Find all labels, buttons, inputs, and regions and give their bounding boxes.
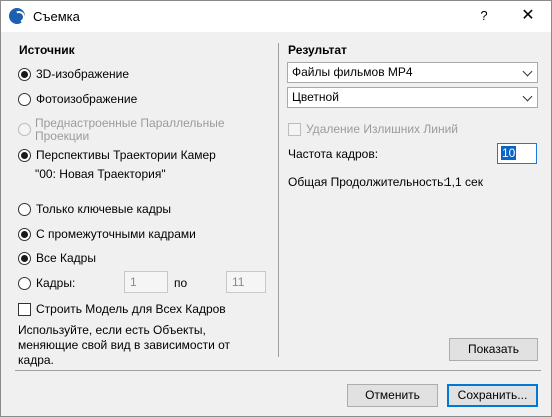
build-model-label: Строить Модель для Всех Кадров bbox=[36, 302, 226, 316]
build-model-hint: Используйте, если есть Объекты, меняющие… bbox=[18, 323, 231, 367]
radio-button[interactable] bbox=[18, 148, 31, 162]
help-button[interactable]: ? bbox=[461, 1, 507, 32]
frame-to-input[interactable]: 11 bbox=[226, 271, 266, 293]
framerate-input[interactable]: 10 bbox=[497, 143, 537, 164]
radio-key-frames-only[interactable]: Только ключевые кадры bbox=[18, 201, 171, 217]
radio-frame-range[interactable]: Кадры: bbox=[18, 275, 75, 291]
cancel-button[interactable]: Отменить bbox=[347, 384, 438, 407]
radio-parallel-projections-label: Преднастроенные Параллельные Проекции bbox=[35, 116, 225, 143]
build-model-checkbox-row[interactable]: Строить Модель для Всех Кадров bbox=[18, 301, 226, 317]
radio-button[interactable] bbox=[18, 92, 31, 106]
format-select-value: Файлы фильмов MP4 bbox=[292, 65, 413, 79]
path-name: "00: Новая Траектория" bbox=[35, 167, 166, 181]
close-button[interactable]: ✕ bbox=[505, 1, 551, 32]
frame-to-label: по bbox=[174, 276, 188, 290]
radio-3d-image-label: 3D-изображение bbox=[36, 67, 130, 81]
radio-button[interactable] bbox=[18, 276, 31, 290]
remove-lines-checkbox bbox=[288, 122, 301, 136]
framerate-label: Частота кадров: bbox=[288, 147, 379, 161]
radio-all-frames-label: Все Кадры bbox=[36, 251, 96, 265]
archicad-logo-icon bbox=[9, 8, 25, 24]
result-section-title: Результат bbox=[288, 43, 347, 57]
window-title: Съемка bbox=[33, 9, 80, 24]
movie-dialog: Съемка ? ✕ Источник 3D-изображение Фотои… bbox=[0, 0, 552, 417]
format-select[interactable]: Файлы фильмов MP4 bbox=[287, 62, 538, 83]
radio-intermediate-frames-label: С промежуточными кадрами bbox=[36, 227, 196, 241]
radio-parallel-projections bbox=[18, 121, 31, 137]
radio-button[interactable] bbox=[18, 227, 31, 241]
build-model-checkbox[interactable] bbox=[18, 302, 31, 316]
radio-perspective-path[interactable]: Перспективы Траектории Камер bbox=[18, 147, 216, 163]
radio-button bbox=[18, 122, 31, 136]
chevron-down-icon bbox=[522, 91, 533, 102]
horizontal-divider bbox=[15, 370, 541, 371]
vertical-divider bbox=[278, 43, 279, 357]
remove-lines-checkbox-row: Удаление Излишних Линий bbox=[288, 121, 458, 137]
save-button[interactable]: Сохранить... bbox=[447, 384, 538, 407]
chevron-down-icon bbox=[522, 66, 533, 77]
radio-frame-range-label: Кадры: bbox=[36, 276, 76, 290]
radio-photo[interactable]: Фотоизображение bbox=[18, 91, 137, 107]
show-button[interactable]: Показать bbox=[449, 338, 538, 361]
radio-all-frames[interactable]: Все Кадры bbox=[18, 250, 96, 266]
color-select-value: Цветной bbox=[292, 90, 339, 104]
radio-intermediate-frames[interactable]: С промежуточными кадрами bbox=[18, 226, 196, 242]
color-select[interactable]: Цветной bbox=[287, 87, 538, 108]
duration-value: 1,1 сек bbox=[445, 175, 483, 189]
title-bar: Съемка ? ✕ bbox=[1, 1, 551, 32]
radio-button[interactable] bbox=[18, 251, 31, 265]
radio-perspective-path-label: Перспективы Траектории Камер bbox=[36, 148, 216, 162]
radio-3d-image[interactable]: 3D-изображение bbox=[18, 66, 129, 82]
source-section-title: Источник bbox=[19, 43, 75, 57]
duration-label: Общая Продолжительность: bbox=[288, 175, 447, 189]
radio-button[interactable] bbox=[18, 202, 31, 216]
frame-from-input[interactable]: 1 bbox=[124, 271, 168, 293]
framerate-value: 10 bbox=[501, 146, 517, 160]
remove-lines-label: Удаление Излишних Линий bbox=[306, 122, 458, 136]
radio-button[interactable] bbox=[18, 67, 31, 81]
radio-photo-label: Фотоизображение bbox=[36, 92, 138, 106]
radio-key-frames-only-label: Только ключевые кадры bbox=[36, 202, 171, 216]
